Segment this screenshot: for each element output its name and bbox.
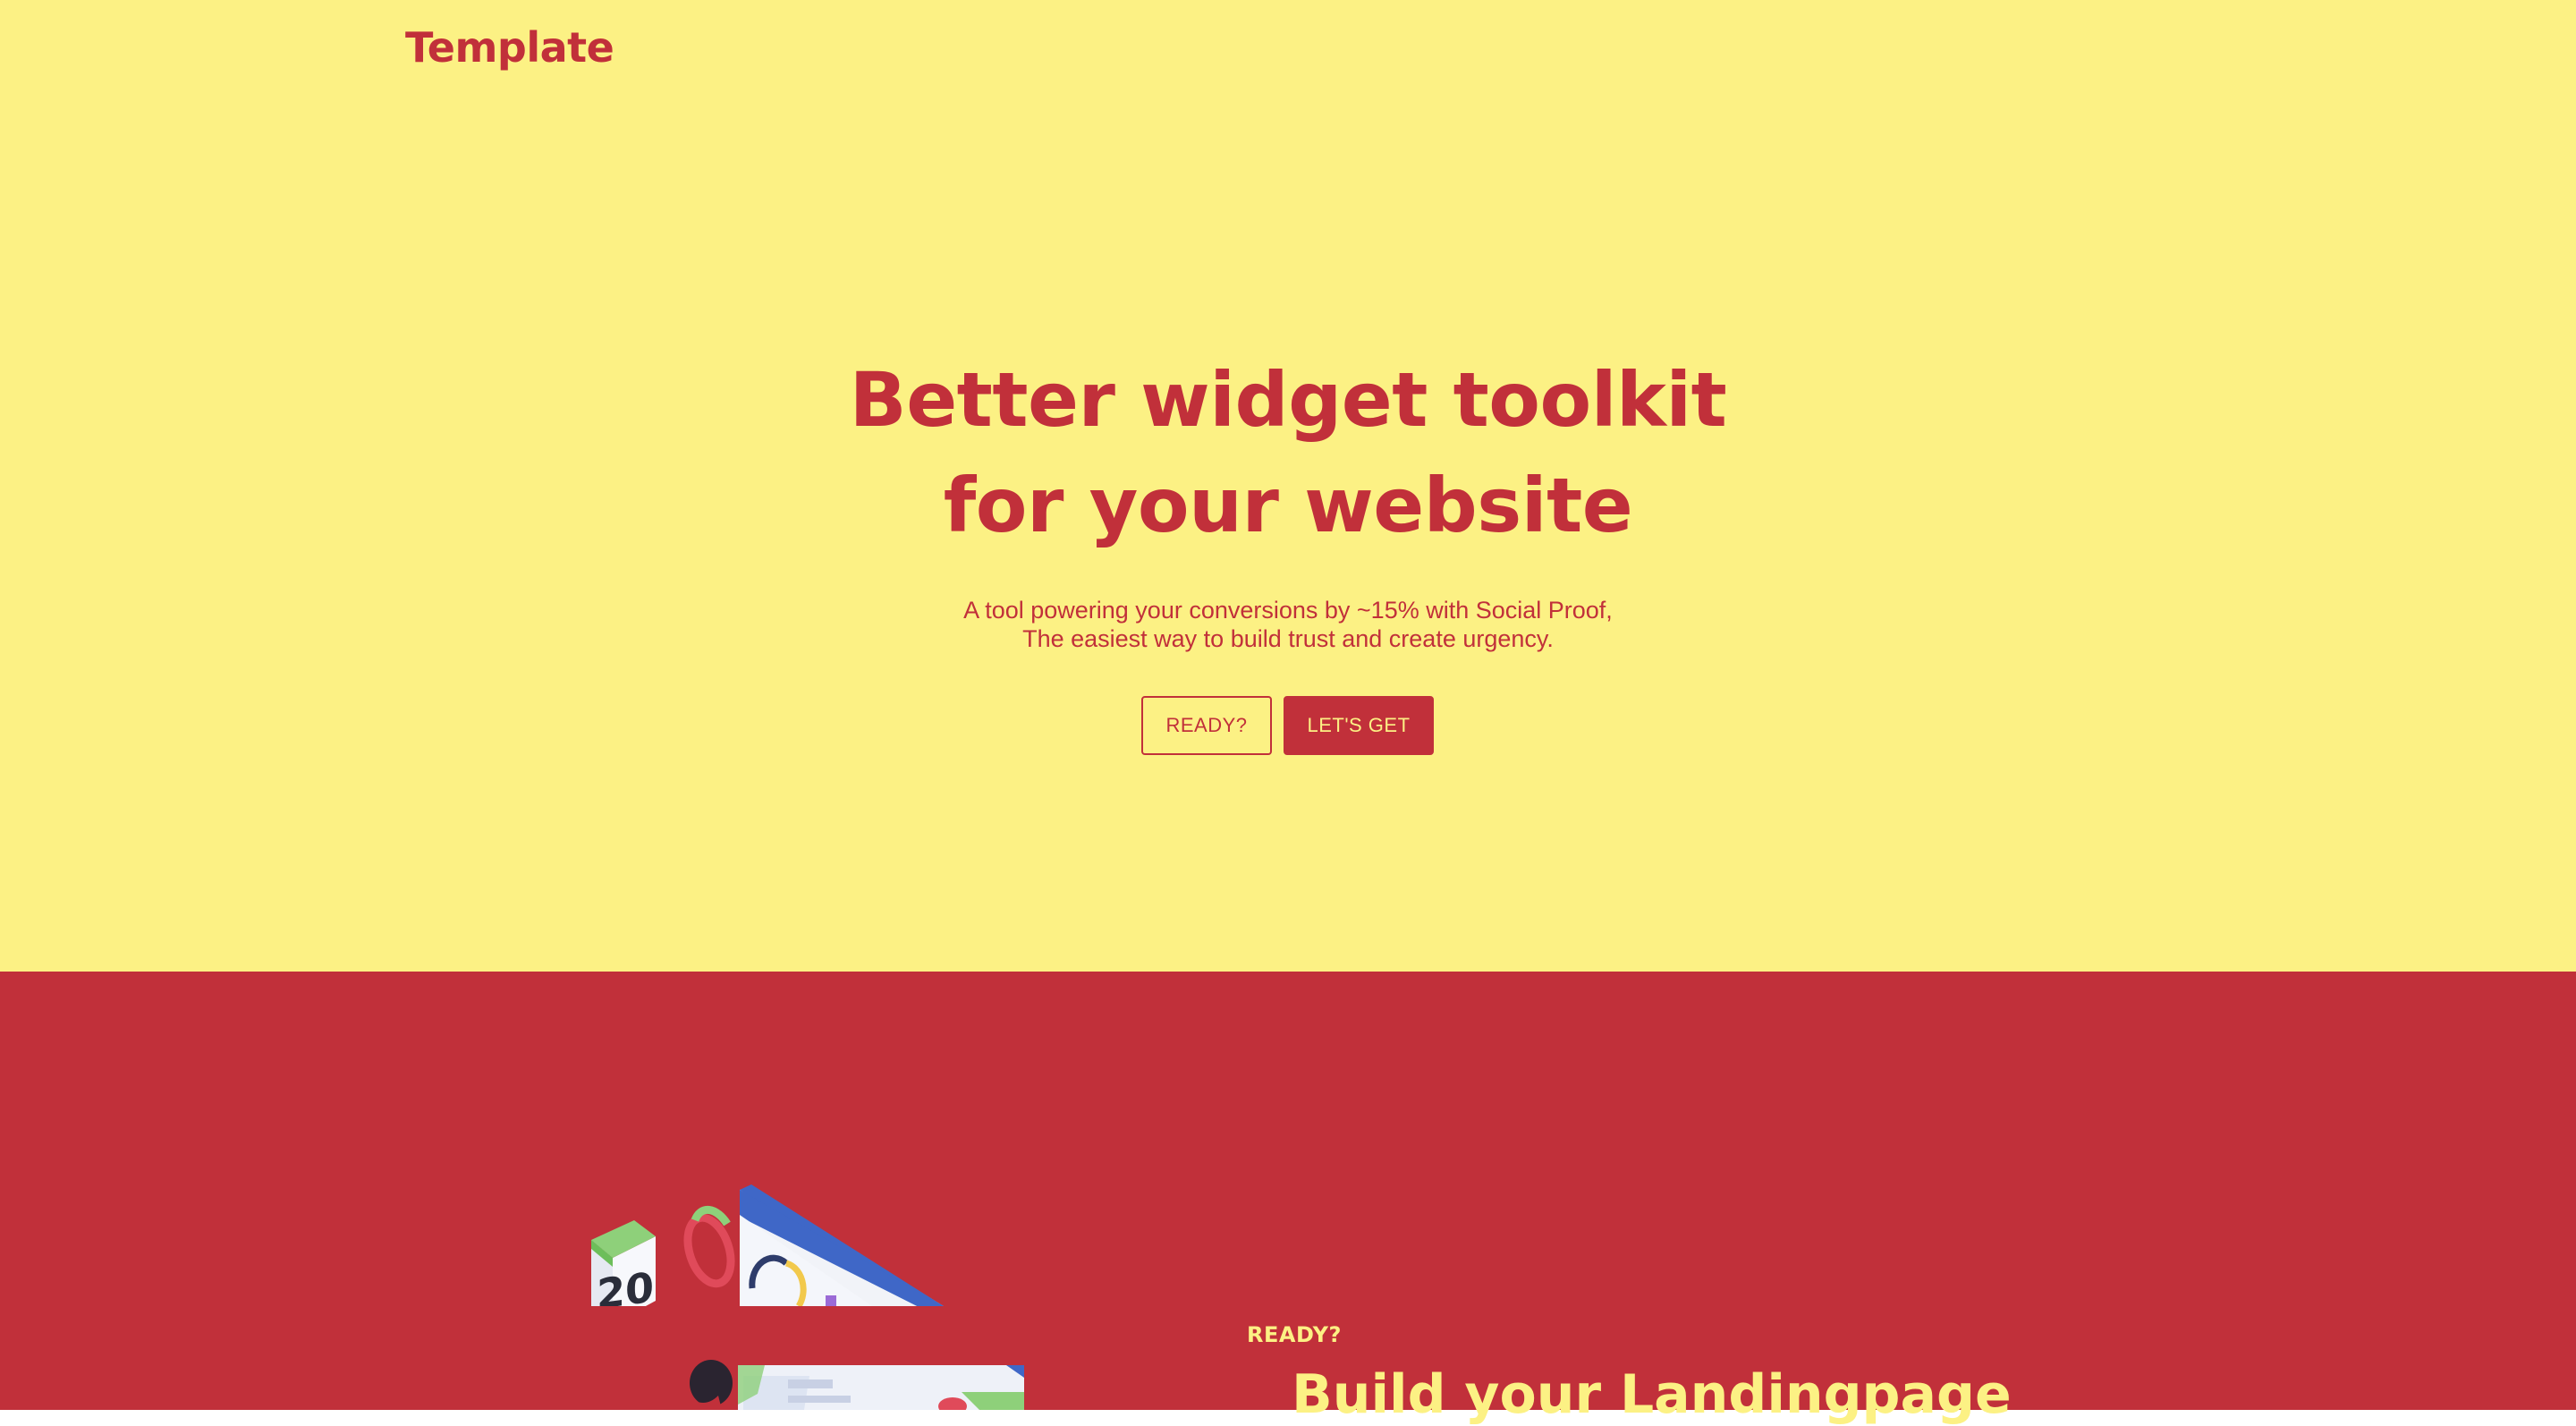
dashboard-illustration: 20: [586, 1184, 1051, 1410]
ready-button[interactable]: READY?: [1141, 696, 1272, 755]
dashboard-panel-lower: [738, 1365, 1024, 1410]
hero-subtitle-line-2: The easiest way to build trust and creat…: [1022, 625, 1554, 652]
lets-get-button[interactable]: LET'S GET: [1284, 696, 1434, 755]
dashboard-panel-upper: [740, 1184, 944, 1315]
site-logo[interactable]: Template: [405, 23, 614, 72]
hero-title: Better widget toolkit for your website: [0, 347, 2576, 558]
section-eyebrow: READY?: [1247, 1322, 1342, 1347]
hero-section: Template Better widget toolkit for your …: [0, 0, 2576, 972]
hero-subtitle: A tool powering your conversions by ~15%…: [0, 596, 2576, 653]
hero-title-line-1: Better widget toolkit: [849, 356, 1727, 444]
hero-subtitle-line-1: A tool powering your conversions by ~15%…: [963, 597, 1613, 624]
ring-icon: [683, 1205, 735, 1288]
section-title: Build your Landingpage: [1292, 1363, 2012, 1426]
person-figure: [690, 1360, 733, 1410]
hero-title-line-2: for your website: [943, 462, 1633, 549]
